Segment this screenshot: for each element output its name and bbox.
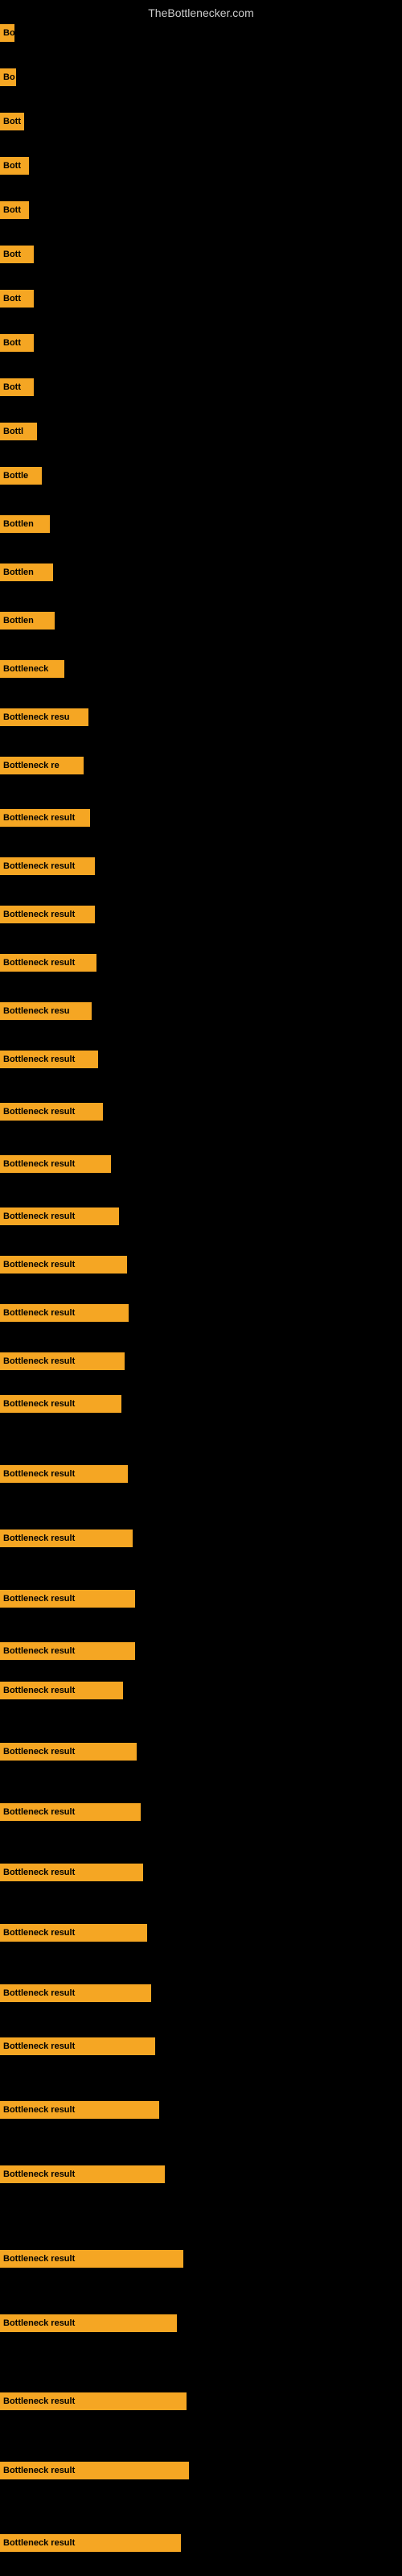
bar-label-35: Bottleneck result: [0, 1682, 123, 1699]
bar-item-17: Bottleneck re: [0, 757, 84, 774]
bar-label-16: Bottleneck resu: [0, 708, 88, 726]
bar-item-2: Bo: [0, 68, 16, 86]
bar-item-45: Bottleneck result: [0, 2314, 177, 2332]
bar-label-32: Bottleneck result: [0, 1530, 133, 1547]
bar-item-1: Bo: [0, 24, 14, 42]
bar-item-32: Bottleneck result: [0, 1530, 133, 1547]
bar-item-21: Bottleneck result: [0, 954, 96, 972]
bar-item-38: Bottleneck result: [0, 1864, 143, 1881]
bar-label-40: Bottleneck result: [0, 1984, 151, 2002]
bar-item-37: Bottleneck result: [0, 1803, 141, 1821]
bar-label-28: Bottleneck result: [0, 1304, 129, 1322]
bar-item-6: Bott: [0, 246, 34, 263]
bar-label-46: Bottleneck result: [0, 2392, 187, 2410]
bar-label-1: Bo: [0, 24, 14, 42]
bar-label-14: Bottlen: [0, 612, 55, 630]
bar-item-10: Bottl: [0, 423, 37, 440]
bar-label-43: Bottleneck result: [0, 2165, 165, 2183]
bar-item-28: Bottleneck result: [0, 1304, 129, 1322]
bar-label-19: Bottleneck result: [0, 857, 95, 875]
bar-label-30: Bottleneck result: [0, 1395, 121, 1413]
bar-item-16: Bottleneck resu: [0, 708, 88, 726]
bar-item-13: Bottlen: [0, 564, 53, 581]
bar-label-2: Bo: [0, 68, 16, 86]
bar-item-35: Bottleneck result: [0, 1682, 123, 1699]
bar-item-3: Bott: [0, 113, 24, 130]
bar-item-7: Bott: [0, 290, 34, 308]
bar-label-15: Bottleneck: [0, 660, 64, 678]
bar-label-47: Bottleneck result: [0, 2462, 189, 2479]
bar-label-36: Bottleneck result: [0, 1743, 137, 1761]
bar-label-11: Bottle: [0, 467, 42, 485]
bar-label-22: Bottleneck resu: [0, 1002, 92, 1020]
bar-item-14: Bottlen: [0, 612, 55, 630]
bar-item-40: Bottleneck result: [0, 1984, 151, 2002]
bar-item-39: Bottleneck result: [0, 1924, 147, 1942]
bar-item-15: Bottleneck: [0, 660, 64, 678]
bar-item-31: Bottleneck result: [0, 1465, 128, 1483]
bar-label-29: Bottleneck result: [0, 1352, 125, 1370]
bar-label-10: Bottl: [0, 423, 37, 440]
bar-label-26: Bottleneck result: [0, 1208, 119, 1225]
bar-label-3: Bott: [0, 113, 24, 130]
bar-label-5: Bott: [0, 201, 29, 219]
bar-item-25: Bottleneck result: [0, 1155, 111, 1173]
bar-item-11: Bottle: [0, 467, 42, 485]
bar-item-47: Bottleneck result: [0, 2462, 189, 2479]
bar-label-18: Bottleneck result: [0, 809, 90, 827]
bar-label-38: Bottleneck result: [0, 1864, 143, 1881]
bar-label-27: Bottleneck result: [0, 1256, 127, 1274]
bar-label-48: Bottleneck result: [0, 2534, 181, 2552]
bar-item-41: Bottleneck result: [0, 2037, 155, 2055]
bar-item-29: Bottleneck result: [0, 1352, 125, 1370]
site-title: TheBottlenecker.com: [148, 6, 254, 19]
bar-label-33: Bottleneck result: [0, 1590, 135, 1608]
bar-item-18: Bottleneck result: [0, 809, 90, 827]
bar-label-12: Bottlen: [0, 515, 50, 533]
bar-label-31: Bottleneck result: [0, 1465, 128, 1483]
bar-item-4: Bott: [0, 157, 29, 175]
bar-item-19: Bottleneck result: [0, 857, 95, 875]
bar-label-20: Bottleneck result: [0, 906, 95, 923]
bar-label-25: Bottleneck result: [0, 1155, 111, 1173]
bar-label-9: Bott: [0, 378, 34, 396]
bar-label-34: Bottleneck result: [0, 1642, 135, 1660]
bar-item-36: Bottleneck result: [0, 1743, 137, 1761]
bar-item-24: Bottleneck result: [0, 1103, 103, 1121]
bar-item-23: Bottleneck result: [0, 1051, 98, 1068]
bar-item-22: Bottleneck resu: [0, 1002, 92, 1020]
bar-item-26: Bottleneck result: [0, 1208, 119, 1225]
bar-item-12: Bottlen: [0, 515, 50, 533]
bar-label-4: Bott: [0, 157, 29, 175]
bar-label-42: Bottleneck result: [0, 2101, 159, 2119]
bar-label-44: Bottleneck result: [0, 2250, 183, 2268]
bar-label-41: Bottleneck result: [0, 2037, 155, 2055]
bar-label-17: Bottleneck re: [0, 757, 84, 774]
bar-label-13: Bottlen: [0, 564, 53, 581]
bar-item-43: Bottleneck result: [0, 2165, 165, 2183]
bar-item-42: Bottleneck result: [0, 2101, 159, 2119]
bar-item-8: Bott: [0, 334, 34, 352]
bar-item-9: Bott: [0, 378, 34, 396]
bar-label-24: Bottleneck result: [0, 1103, 103, 1121]
bar-item-46: Bottleneck result: [0, 2392, 187, 2410]
bar-label-6: Bott: [0, 246, 34, 263]
bar-label-7: Bott: [0, 290, 34, 308]
bar-item-48: Bottleneck result: [0, 2534, 181, 2552]
bar-item-30: Bottleneck result: [0, 1395, 121, 1413]
bar-label-8: Bott: [0, 334, 34, 352]
bar-label-45: Bottleneck result: [0, 2314, 177, 2332]
bar-item-27: Bottleneck result: [0, 1256, 127, 1274]
bar-item-5: Bott: [0, 201, 29, 219]
bar-label-37: Bottleneck result: [0, 1803, 141, 1821]
bar-item-20: Bottleneck result: [0, 906, 95, 923]
bar-item-34: Bottleneck result: [0, 1642, 135, 1660]
bar-item-44: Bottleneck result: [0, 2250, 183, 2268]
bar-item-33: Bottleneck result: [0, 1590, 135, 1608]
bar-label-39: Bottleneck result: [0, 1924, 147, 1942]
bar-label-23: Bottleneck result: [0, 1051, 98, 1068]
bar-label-21: Bottleneck result: [0, 954, 96, 972]
